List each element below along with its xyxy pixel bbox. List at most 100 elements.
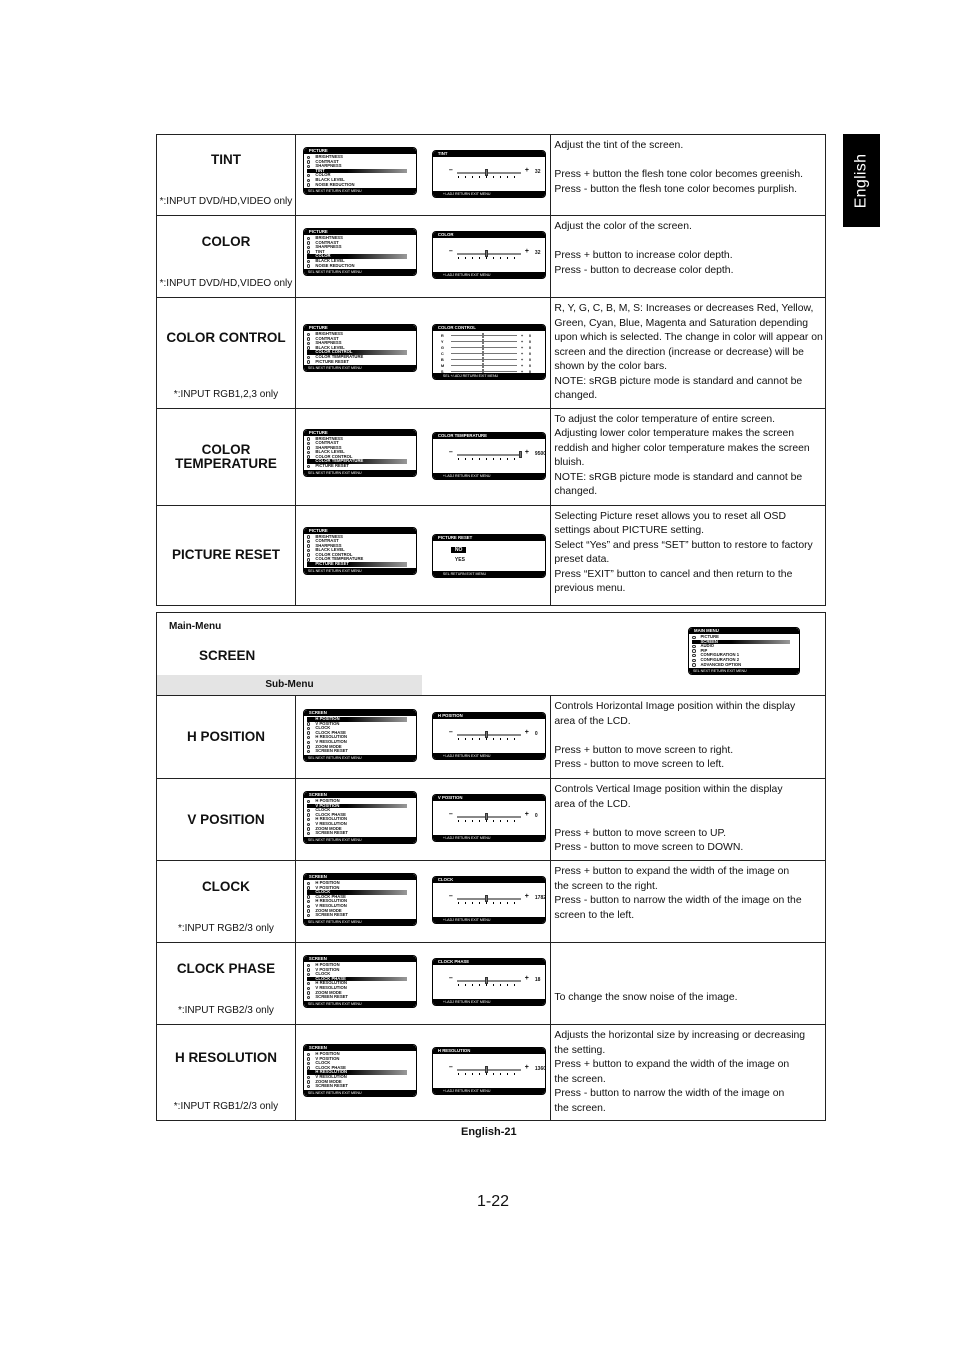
- radio-icon: [306, 562, 311, 567]
- radio-icon: [306, 539, 311, 544]
- plus-icon: +: [520, 333, 524, 338]
- settings-row: H POSITION SCREEN H POSITION V POSITION CLOC…: [156, 695, 826, 779]
- osd-screens-cell: SCREEN H POSITION V POSITION CLOCK CLOCK PHA…: [294, 860, 552, 943]
- osd-menu-item-label: PICTURE RESET: [315, 358, 349, 364]
- input-note: *:INPUT RGB2/3 only: [177, 1005, 274, 1016]
- osd-adjust-header: V POSITION: [432, 795, 545, 801]
- channel-slider: [450, 357, 517, 362]
- osd-adjust-value: 32: [534, 169, 541, 175]
- setting-title-text: H RESOLUTION: [174, 1049, 277, 1065]
- radio-icon: [692, 658, 696, 663]
- description-line: Press + button to move screen to UP.: [554, 827, 727, 839]
- osd-menu-items: PICTURE SCREEN AUDIO PIP CONFIGURATION 1 CONF…: [689, 634, 799, 668]
- slider-ticks: [457, 738, 520, 740]
- input-note: *:INPUT RGB1,2,3 only: [173, 388, 279, 400]
- plus-icon: +: [524, 1064, 529, 1071]
- radio-icon: [306, 446, 311, 450]
- osd-menu-item-label: SCREEN RESET: [315, 912, 348, 918]
- osd-menu-item: SCREEN RESET: [306, 995, 413, 1000]
- description-line: shown by the color bars.: [554, 361, 668, 372]
- radio-icon: [306, 904, 311, 909]
- minus-icon: –: [448, 167, 453, 174]
- radio-icon: [306, 183, 311, 187]
- setting-name-cell: *:INPUT RGB1/2/3 only H RESOLUTION: [156, 1024, 296, 1121]
- main-menu-label: Main-Menu: [169, 621, 222, 632]
- channel-value: 0: [528, 339, 532, 344]
- osd-menu-item: PICTURE RESET: [306, 463, 413, 469]
- setting-name-cell: *:INPUT DVD/HD,VIDEO only COLOR: [156, 215, 296, 298]
- osd-menu-item-label: PICTURE RESET: [315, 561, 349, 567]
- radio-icon: [306, 822, 311, 827]
- plus-icon: +: [524, 729, 529, 736]
- osd-menu: SCREEN H POSITION V POSITION CLOCK CLOCK PHA…: [302, 709, 417, 762]
- radio-icon: [306, 236, 311, 241]
- osd-adjust-footer: +/-ADJ RETURN EXIT MENU: [432, 191, 545, 197]
- slider-track: [456, 980, 521, 982]
- description-line: [554, 235, 823, 250]
- radio-icon: [692, 635, 696, 640]
- slider-ticks: [457, 176, 520, 178]
- plus-icon: +: [520, 357, 524, 362]
- osd-adjust-footer: SEL RETURN EXIT MENU: [432, 570, 545, 577]
- osd-adjust-footer: +/-ADJ RETURN EXIT MENU: [432, 917, 545, 923]
- osd-slider: – +1360: [449, 1064, 545, 1076]
- channel-value: 0: [528, 363, 532, 368]
- osd-adjust-header: H RESOLUTION: [432, 1048, 545, 1054]
- description-cell: Controls Horizontal Image position withi…: [550, 695, 826, 779]
- setting-title-text: COLOR: [201, 233, 251, 249]
- description-line: bluish.: [554, 457, 585, 468]
- description-line: R, Y, G, C, B, M, S: Increases or decrea…: [554, 303, 814, 314]
- plus-icon: +: [520, 345, 524, 350]
- osd-menu-item-label: NOISE REDUCTION: [315, 181, 355, 187]
- description-cell: Press + button to expand the width of th…: [550, 860, 826, 943]
- radio-icon: [306, 332, 311, 337]
- osd-menu-items: H POSITION V POSITION CLOCK CLOCK PHASE H RE…: [304, 798, 416, 837]
- description-line: To change the snow noise of the image.: [554, 991, 738, 1003]
- description-line: Press + button to expand the width of th…: [554, 1059, 790, 1070]
- description-line: Press - button the flesh tone color beco…: [554, 183, 797, 195]
- osd-screens-cell: SCREEN H POSITION V POSITION CLOCK CLOCK PHA…: [294, 1024, 552, 1121]
- plus-icon: +: [520, 339, 524, 344]
- osd-menu: PICTURE BRIGHTNESS CONTRAST SHARPNESS BLACK …: [302, 526, 417, 575]
- footer-page-label: English-21: [461, 1126, 517, 1138]
- radio-icon: [306, 886, 311, 890]
- osd-menu: SCREEN H POSITION V POSITION CLOCK CLOCK PHA…: [302, 1044, 417, 1097]
- radio-icon: [306, 749, 311, 754]
- osd-menu-footer: SEL NEXT RETURN EXIT MENU: [303, 365, 416, 372]
- radio-icon: [306, 178, 311, 183]
- radio-icon: [306, 460, 311, 464]
- radio-icon: [306, 804, 311, 808]
- channel-value: 0: [528, 351, 532, 356]
- osd-adjust-panel: H POSITION – +0 +/-ADJ RETURN EXIT MENU: [431, 712, 546, 760]
- radio-icon: [306, 1052, 311, 1057]
- slider-knob: [484, 250, 488, 257]
- slider-track: [456, 453, 521, 456]
- osd-adjust-header: COLOR CONTROL: [432, 325, 545, 331]
- description-cell: Adjust the color of the screen. Press + b…: [550, 215, 826, 298]
- input-note: *:INPUT DVD/HD,VIDEO only: [159, 278, 293, 289]
- radio-icon: [692, 653, 696, 658]
- radio-icon: [306, 346, 311, 350]
- radio-icon: [306, 437, 311, 441]
- description-line: Press + button to increase color depth.: [554, 250, 733, 261]
- radio-icon: [306, 895, 311, 899]
- settings-row: COLOR TEMPERATURE PICTURE BRIGHTNESS CONTRAS…: [156, 407, 826, 506]
- slider-track: [456, 1069, 521, 1071]
- input-note: *:INPUT DVD/HD,VIDEO only: [159, 196, 293, 207]
- radio-icon: [306, 991, 311, 995]
- osd-menu-item: SCREEN RESET: [306, 912, 413, 918]
- osd-menu-item: PICTURE RESET: [306, 358, 413, 365]
- description-line: Press - button to decrease color depth.: [554, 264, 734, 276]
- description-cell: Adjust the tint of the screen. Press + bu…: [550, 134, 826, 216]
- osd-menu-items: BRIGHTNESS CONTRAST SHARPNESS BLACK LEVEL CO…: [304, 331, 416, 365]
- osd-menu-item-label: SCREEN RESET: [315, 830, 348, 836]
- screen-section-title: SCREEN: [199, 648, 256, 663]
- slider-ticks: [457, 1073, 520, 1075]
- osd-menu-footer: SEL NEXT RETURN EXIT MENU: [689, 668, 799, 675]
- osd-menu-footer: SEL NEXT RETURN EXIT MENU: [303, 469, 416, 476]
- description-line: area of the LCD.: [554, 798, 631, 810]
- setting-title-text: CLOCK: [201, 878, 250, 894]
- radio-icon: [306, 1070, 311, 1075]
- osd-adjust-header: H POSITION: [432, 713, 545, 719]
- radio-icon: [306, 799, 311, 804]
